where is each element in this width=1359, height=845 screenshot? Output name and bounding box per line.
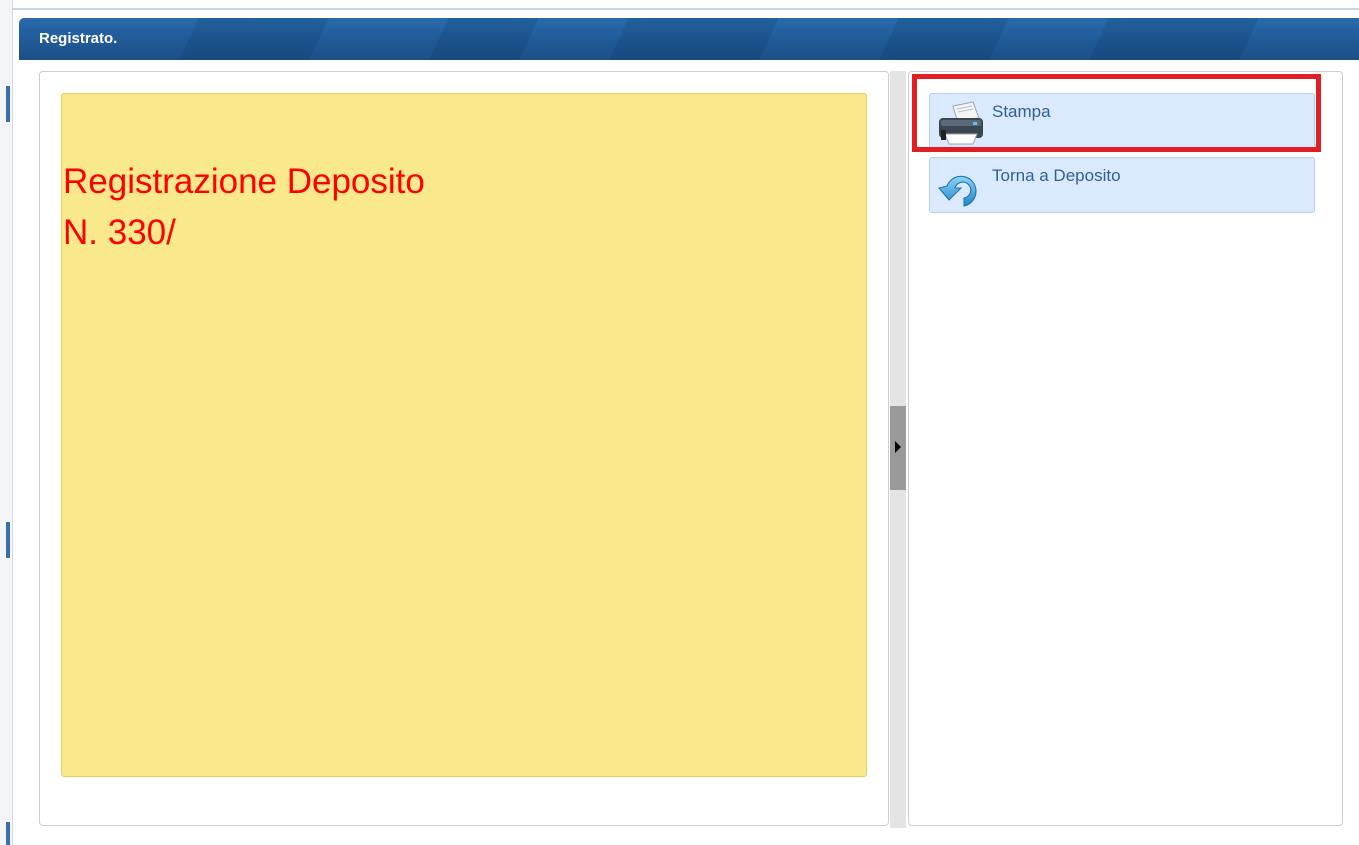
titlebar-texture [429, 18, 539, 60]
titlebar-texture [609, 18, 779, 60]
titlebar-texture [1089, 18, 1259, 60]
back-to-deposit-button[interactable]: Torna a Deposito [929, 157, 1315, 213]
titlebar-texture [179, 18, 329, 60]
actions-panel: Stampa Torna a Deposito [908, 71, 1343, 826]
edge-segment [6, 522, 10, 558]
background-window-edge [0, 0, 13, 845]
edge-segment [6, 86, 10, 122]
back-arrow-icon [933, 164, 989, 210]
notice-title: Registrazione Deposito [63, 162, 425, 201]
back-to-deposit-label: Torna a Deposito [992, 166, 1121, 185]
collapse-arrow-icon[interactable] [895, 441, 901, 453]
registration-notice: Registrazione Deposito N. 330/ [61, 93, 867, 777]
background-window-border [12, 8, 1359, 10]
panel-splitter[interactable] [890, 71, 906, 828]
notice-number: N. 330/ [63, 213, 176, 252]
titlebar-texture [879, 18, 1009, 60]
dialog-titlebar[interactable]: Registrato. [19, 18, 1359, 60]
edge-segment [6, 822, 10, 845]
dialog-title: Registrato. [39, 30, 118, 47]
message-panel: Registrazione Deposito N. 330/ [39, 71, 889, 826]
highlight-annotation [912, 74, 1321, 152]
